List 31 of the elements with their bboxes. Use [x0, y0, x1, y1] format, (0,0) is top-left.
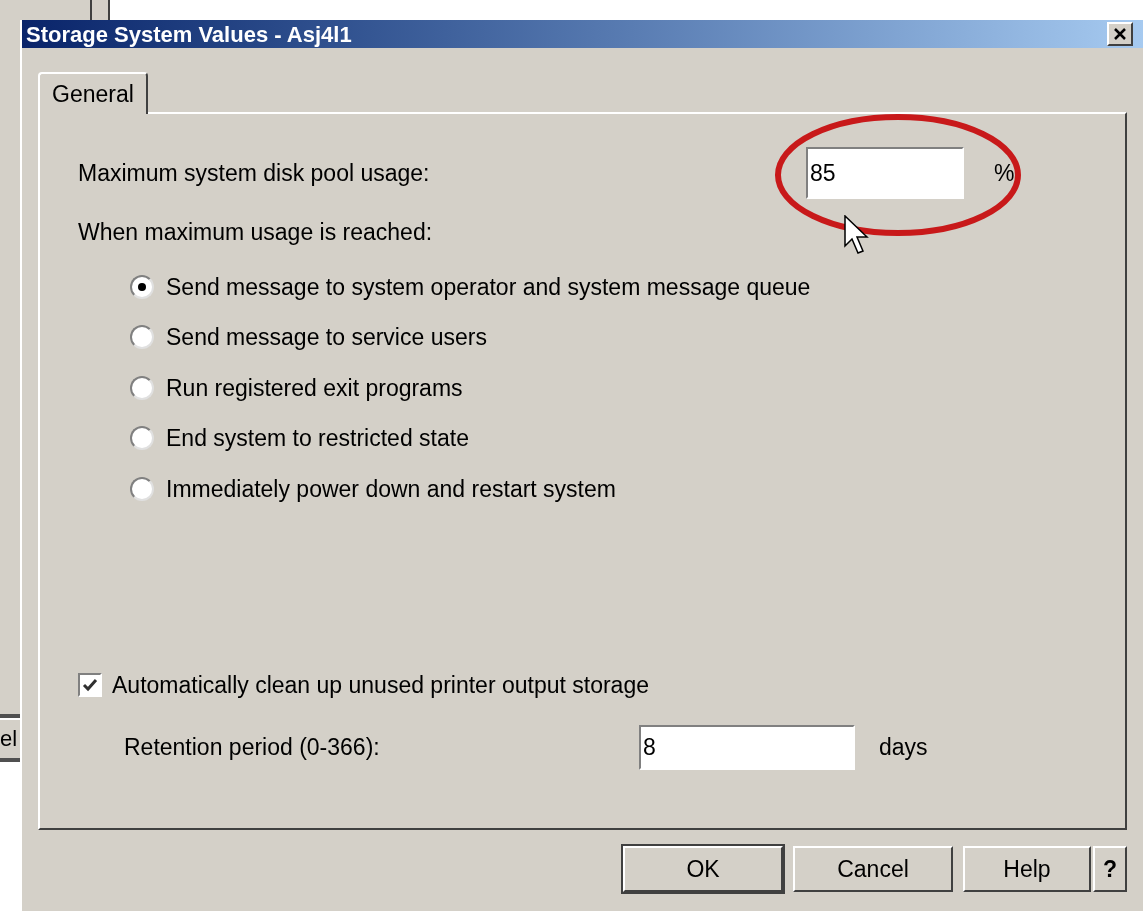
check-icon: [82, 678, 98, 693]
usage-label: Maximum system disk pool usage:: [78, 158, 431, 188]
radio-label: Send message to system operator and system message queue: [166, 272, 811, 302]
dialog-button[interactable]: Help: [963, 846, 1091, 892]
scrollbar-edge: [90, 0, 110, 20]
retention-unit: days: [879, 732, 928, 762]
radio-button[interactable]: [130, 476, 154, 501]
close-icon: [1113, 27, 1127, 41]
window-title: Storage System Values - Asj4l1: [26, 20, 352, 49]
dialog-button[interactable]: Cancel: [793, 846, 953, 892]
when-label: When maximum usage is reached:: [78, 218, 433, 247]
background-text: el: [0, 726, 18, 751]
radio-button[interactable]: [130, 426, 154, 451]
retention-label: Retention period (0-366):: [124, 732, 381, 762]
radio-label: Send message to service users: [166, 323, 487, 352]
radio-button[interactable]: [130, 375, 154, 400]
radio-label: Run registered exit programs: [166, 373, 463, 403]
checkbox[interactable]: [78, 673, 102, 698]
checkbox-label: Automatically clean up unused printer output storage: [112, 671, 649, 700]
usage-field[interactable]: 85: [806, 147, 964, 199]
radio-button[interactable]: [130, 325, 154, 350]
close-button[interactable]: [1107, 22, 1133, 46]
tab[interactable]: General: [38, 72, 148, 114]
cursor-icon: [844, 215, 870, 257]
dialog-button[interactable]: OK: [623, 846, 783, 892]
dialog-button[interactable]: ?: [1093, 846, 1127, 892]
radio-button[interactable]: [130, 274, 154, 299]
usage-unit: %: [994, 158, 1015, 188]
radio-label: End system to restricted state: [166, 424, 469, 453]
radio-label: Immediately power down and restart system: [166, 474, 616, 504]
retention-field[interactable]: 8: [639, 724, 855, 770]
